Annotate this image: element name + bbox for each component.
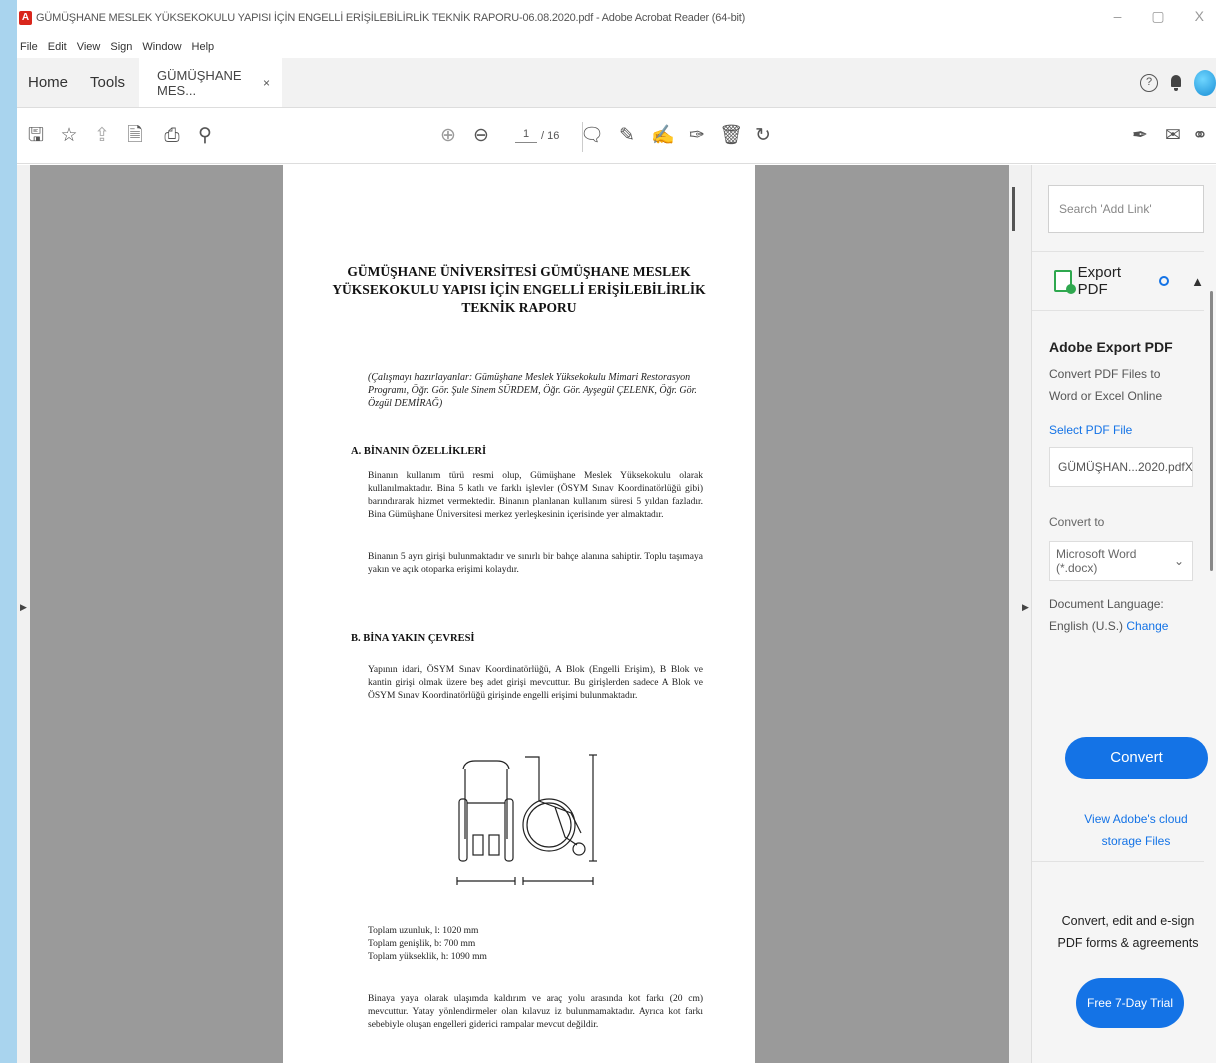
menu-view[interactable]: View xyxy=(77,41,101,53)
document-language-value: English (U.S.) xyxy=(1049,619,1124,633)
tools-pane-scroll-thumb[interactable] xyxy=(1210,291,1213,571)
free-trial-button[interactable]: Free 7-Day Trial xyxy=(1076,978,1184,1028)
previous-page-icon[interactable]: ⊕ xyxy=(437,125,459,147)
info-badge-icon xyxy=(1159,276,1170,286)
next-page-icon[interactable]: ⊖ xyxy=(470,125,492,147)
select-pdf-file-link[interactable]: Select PDF File xyxy=(1049,423,1204,437)
collapse-right-panel-icon[interactable]: ▶ xyxy=(1022,602,1029,613)
paragraph-b2: Binaya yaya olarak ulaşımda kaldırım ve … xyxy=(368,994,703,1030)
fill-sign-icon[interactable]: ✑ xyxy=(686,125,708,147)
export-pdf-header[interactable]: Export PDF ▲ xyxy=(1032,251,1204,311)
current-page-input[interactable]: 1 xyxy=(515,128,537,143)
menu-bar: File Edit View Sign Window Help xyxy=(17,36,1216,58)
export-pdf-body: Adobe Export PDF Convert PDF Files to Wo… xyxy=(1032,311,1204,633)
notifications-bell-icon[interactable] xyxy=(1170,74,1182,91)
convert-to-label: Convert to xyxy=(1049,515,1105,529)
document-language-label: Document Language: xyxy=(1049,597,1164,611)
remove-file-icon[interactable]: X xyxy=(1185,460,1193,474)
profile-avatar-icon[interactable] xyxy=(1194,69,1216,96)
section-heading-b: B. BİNA YAKIN ÇEVRESİ xyxy=(351,633,475,644)
acrobat-icon: A xyxy=(19,11,32,25)
restore-button[interactable]: ▢ xyxy=(1151,8,1164,25)
panel-title: Adobe Export PDF xyxy=(1049,339,1173,355)
tab-tools[interactable]: Tools xyxy=(79,58,136,107)
tab-document-label: GÜMÜŞHANE MES... xyxy=(157,67,242,98)
wheelchair-dimensions: Toplam uzunluk, l: 1020 mm Toplam genişl… xyxy=(368,925,487,964)
share-link-icon[interactable]: ⚭ xyxy=(1189,125,1211,147)
selected-file-field[interactable]: GÜMÜŞHAN...2020.pdf X xyxy=(1049,447,1193,487)
pdf-page: GÜMÜŞHANE ÜNİVERSİTESİ GÜMÜŞHANE MESLEK … xyxy=(283,165,755,1063)
chevron-down-icon: ⌄ xyxy=(1173,554,1184,568)
title-bar: A GÜMÜŞHANE MESLEK YÜKSEKOKULU YAPISI İÇ… xyxy=(17,0,1216,36)
menu-edit[interactable]: Edit xyxy=(48,41,67,53)
cloud-storage-link[interactable]: View Adobe's cloud storage Files xyxy=(1066,808,1206,852)
promo-section: Convert, edit and e-sign PDF forms & agr… xyxy=(1032,861,1204,1063)
page-navigator: 1 / 16 xyxy=(515,128,559,143)
promo-text: Convert, edit and e-sign PDF forms & agr… xyxy=(1057,914,1199,950)
delete-trash-icon[interactable]: 🗑 xyxy=(719,125,743,147)
menu-help[interactable]: Help xyxy=(192,41,215,53)
window-title: GÜMÜŞHANE MESLEK YÜKSEKOKULU YAPISI İÇİN… xyxy=(36,12,746,24)
paragraph-b1: Yapının idari, ÖSYM Sınav Koordinatörlüğ… xyxy=(368,665,703,701)
export-pdf-label: Export PDF xyxy=(1077,264,1122,298)
convert-button[interactable]: Convert xyxy=(1065,737,1208,779)
acrobat-window: A GÜMÜŞHANE MESLEK YÜKSEKOKULU YAPISI İÇ… xyxy=(17,0,1216,1063)
menu-window[interactable]: Window xyxy=(142,41,181,53)
document-authors: (Çalışmayı hazırlayanlar: Gümüşhane Mesl… xyxy=(368,372,697,409)
paragraph-a1: Binanın kullanım türü resmi olup, Gümüşh… xyxy=(368,471,703,520)
close-tab-icon[interactable]: × xyxy=(263,76,270,90)
rotate-icon[interactable]: ↻ xyxy=(752,125,774,147)
comment-icon[interactable]: 🗨 xyxy=(580,125,604,147)
highlight-pen-icon[interactable]: ✎ xyxy=(616,125,638,147)
tab-home[interactable]: Home xyxy=(17,58,79,107)
upload-cloud-icon[interactable]: ⇪ xyxy=(91,125,113,147)
tab-document[interactable]: GÜMÜŞHANE MES... × xyxy=(139,58,283,107)
panel-description: Convert PDF Files to Word or Excel Onlin… xyxy=(1049,367,1163,403)
wheelchair-front-view-drawing xyxy=(456,760,516,885)
toolbar: 🖫 ☆ ⇪ 🗎 ⎙ ⚲ ⊕ ⊖ 1 / 16 🗨 ✎ ✍ ✑ 🗑 ↻ ✒ ✉ ⚭ xyxy=(17,108,1216,164)
change-language-link[interactable]: Change xyxy=(1126,619,1168,633)
convert-to-select[interactable]: Microsoft Word (*.docx) ⌄ xyxy=(1049,541,1193,581)
document-title: GÜMÜŞHANE ÜNİVERSİTESİ GÜMÜŞHANE MESLEK … xyxy=(332,264,706,315)
print-icon[interactable]: ⎙ xyxy=(161,125,183,147)
menu-sign[interactable]: Sign xyxy=(110,41,132,53)
save-icon[interactable]: 🖫 xyxy=(25,125,47,147)
convert-to-value: Microsoft Word (*.docx) xyxy=(1056,547,1137,575)
tab-bar: Home Tools GÜMÜŞHANE MES... × ? xyxy=(17,58,1216,108)
document-scrollbar[interactable]: ▶ xyxy=(1009,165,1031,1063)
minimize-button[interactable]: – xyxy=(1114,8,1122,25)
menu-file[interactable]: File xyxy=(20,41,38,53)
tools-pane: Search 'Add Link' Export PDF ▲ Adobe Exp… xyxy=(1031,165,1216,1063)
document-viewport[interactable]: ▶ GÜMÜŞHANE ÜNİVERSİTESİ GÜMÜŞHANE MESLE… xyxy=(17,165,1031,1063)
close-button[interactable]: X xyxy=(1195,8,1204,25)
email-envelope-icon[interactable]: ✉ xyxy=(1162,125,1184,147)
selected-file-name: GÜMÜŞHAN...2020.pdf xyxy=(1058,460,1185,474)
export-pdf-icon xyxy=(1054,270,1076,294)
bookmark-star-icon[interactable]: ☆ xyxy=(58,125,80,147)
dimension-length: Toplam uzunluk, l: 1020 mm xyxy=(368,926,479,936)
chevron-up-icon[interactable]: ▲ xyxy=(1191,274,1204,289)
scrollbar-thumb[interactable] xyxy=(1012,187,1015,231)
total-pages: / 16 xyxy=(541,129,560,142)
help-icon[interactable]: ? xyxy=(1140,73,1158,92)
paragraph-a2: Binanın 5 ayrı girişi bulunmaktadır ve s… xyxy=(368,552,703,575)
create-pdf-icon[interactable]: 🗎 xyxy=(124,125,146,147)
expand-left-panel-icon[interactable]: ▶ xyxy=(20,602,27,613)
wheelchair-side-view-drawing xyxy=(522,754,597,885)
tools-search-input[interactable]: Search 'Add Link' xyxy=(1048,185,1204,233)
tools-pane-scrollbar[interactable] xyxy=(1206,251,1216,1063)
left-panel-collapsed[interactable]: ▶ xyxy=(17,165,30,1063)
sign-pen-icon[interactable]: ✒ xyxy=(1129,125,1151,147)
dimension-width: Toplam genişlik, b: 700 mm xyxy=(368,939,476,949)
section-heading-a: A. BİNANIN ÖZELLİKLERİ xyxy=(351,446,487,457)
draw-signature-icon[interactable]: ✍ xyxy=(651,125,675,147)
zoom-search-icon[interactable]: ⚲ xyxy=(194,125,216,147)
document-language-row: English (U.S.) Change xyxy=(1049,619,1204,633)
dimension-height: Toplam yükseklik, h: 1090 mm xyxy=(368,952,487,962)
